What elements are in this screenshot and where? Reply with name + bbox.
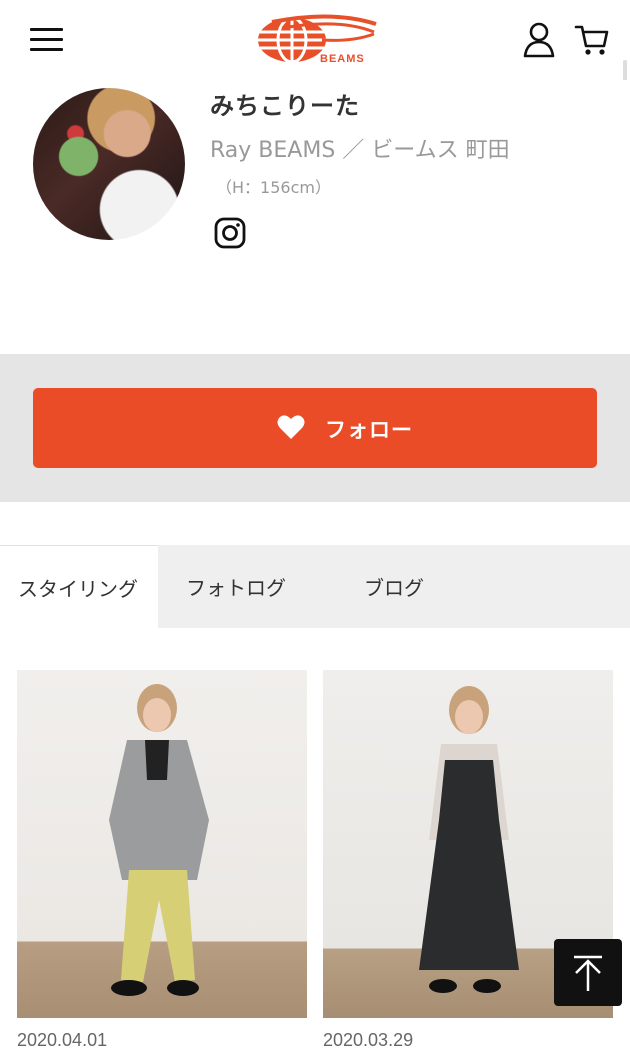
staff-height: （H：156cm）	[216, 178, 331, 197]
instagram-icon[interactable]	[214, 217, 246, 249]
tab-label: スタイリング	[18, 576, 138, 601]
content-tabs: スタイリング フォトログ ブログ	[0, 545, 630, 628]
follow-button[interactable]: フォロー	[33, 388, 597, 468]
follow-area: フォロー	[0, 354, 630, 502]
staff-shop[interactable]: Ray BEAMS ／ ビームス 町田	[210, 132, 510, 164]
tab-label: ブログ	[364, 576, 424, 600]
styling-grid: 2020.04.01 2020.03.29	[0, 628, 630, 1051]
styling-photo	[17, 670, 307, 1018]
arrow-up-icon	[574, 955, 602, 991]
tab-blog[interactable]: ブログ	[364, 545, 464, 628]
tab-photolog[interactable]: フォトログ	[186, 545, 326, 628]
follow-label: フォロー	[325, 418, 413, 442]
back-to-top-button[interactable]	[554, 939, 622, 1006]
styling-card[interactable]: 2020.04.01	[17, 670, 307, 1051]
hamburger-menu-icon[interactable]	[30, 28, 64, 54]
profile-avatar	[33, 88, 185, 240]
staff-profile: みちこりーた Ray BEAMS ／ ビームス 町田 （H：156cm）	[0, 80, 630, 354]
heart-icon	[277, 415, 305, 439]
site-header: BEAMS	[0, 0, 630, 80]
beams-logo[interactable]: BEAMS	[252, 12, 378, 68]
cart-icon[interactable]	[574, 22, 610, 58]
tab-styling[interactable]: スタイリング	[0, 545, 158, 628]
staff-name: みちこりーた	[210, 92, 360, 120]
logo-text: BEAMS	[320, 53, 365, 65]
user-icon[interactable]	[522, 22, 556, 58]
tab-label: フォトログ	[186, 576, 286, 600]
